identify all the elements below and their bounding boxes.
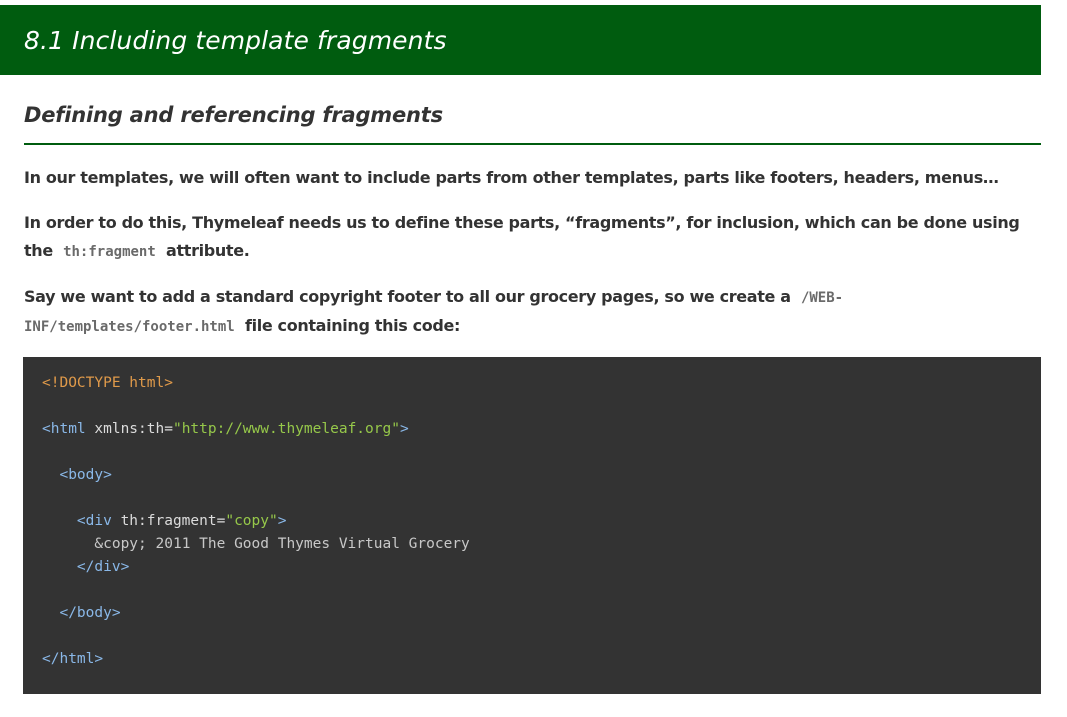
code-equals: = bbox=[164, 421, 173, 437]
code-xmlns-attr: xmlns:th bbox=[94, 421, 165, 437]
section-title: 8.1 Including template fragments bbox=[24, 25, 447, 55]
code-fragment-value: "copy" bbox=[225, 513, 278, 529]
code-html-open-close: > bbox=[399, 421, 409, 437]
code-body-open: <body> bbox=[59, 467, 112, 483]
subsection-title: Defining and referencing fragments bbox=[24, 103, 443, 127]
paragraph-intro-text: In our templates, we will often want to … bbox=[24, 168, 999, 187]
code-div-open: <div bbox=[76, 513, 112, 529]
paragraph-footer-tail: file containing this code: bbox=[244, 316, 461, 335]
code-fragment-attr: th:fragment bbox=[120, 513, 217, 529]
code-div-open-close: > bbox=[277, 513, 287, 529]
code-listing: <!DOCTYPE html> <html xmlns:th="http://w… bbox=[42, 372, 1041, 671]
code-block: <!DOCTYPE html> <html xmlns:th="http://w… bbox=[23, 357, 1041, 694]
paragraph-fragments: In order to do this, Thymeleaf needs us … bbox=[24, 209, 1034, 266]
paragraph-footer-text: Say we want to add a standard copyright … bbox=[24, 287, 791, 306]
section-header: 8.1 Including template fragments bbox=[0, 5, 1041, 75]
paragraph-footer: Say we want to add a standard copyright … bbox=[24, 283, 1034, 341]
code-div-content: &copy; 2011 The Good Thymes Virtual Groc… bbox=[94, 536, 470, 552]
paragraph-fragments-tail: attribute. bbox=[166, 241, 250, 260]
code-body-close: </body> bbox=[59, 605, 121, 621]
code-html-close: </html> bbox=[42, 651, 104, 667]
paragraph-intro: In our templates, we will often want to … bbox=[24, 164, 1034, 192]
code-html-open: <html bbox=[42, 421, 86, 437]
subsection-heading: Defining and referencing fragments bbox=[24, 101, 1041, 145]
code-xmlns-value: "http://www.thymeleaf.org" bbox=[172, 421, 400, 437]
inline-code-th-fragment: th:fragment bbox=[63, 244, 156, 260]
code-doctype: <!DOCTYPE html> bbox=[42, 375, 173, 391]
code-div-close: </div> bbox=[76, 559, 130, 575]
